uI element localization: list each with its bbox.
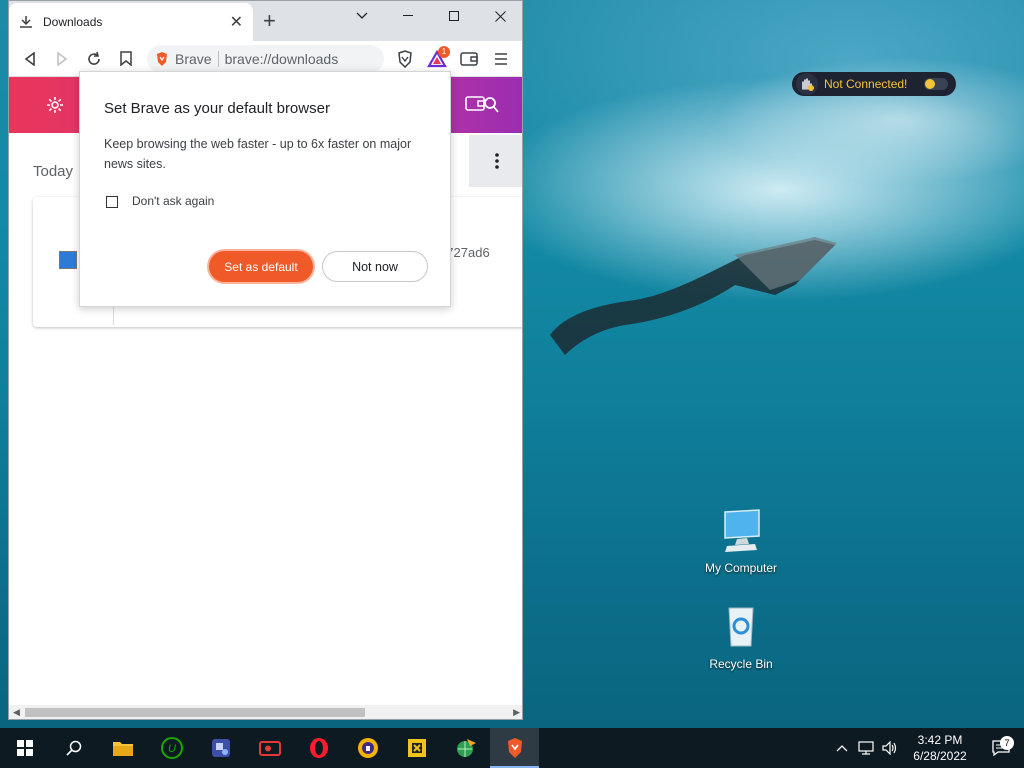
forward-arrow-icon: [57, 51, 68, 66]
brave-shields-icon: [398, 49, 412, 68]
folder-icon: [112, 742, 133, 756]
reload-icon: [88, 51, 100, 65]
tab-title: Downloads: [43, 15, 103, 29]
scroll-right-arrow-icon[interactable]: ▶: [513, 707, 520, 718]
default-browser-dialog: Set Brave as your default browser Keep b…: [79, 71, 451, 307]
taskbar-privacy-app[interactable]: [343, 728, 392, 768]
scrollbar-thumb[interactable]: [25, 708, 365, 717]
brave-lion-icon: [157, 51, 167, 66]
site-label: Brave: [175, 50, 212, 67]
bookmark-button[interactable]: [111, 44, 141, 74]
brave-shields-button[interactable]: [390, 44, 420, 74]
desktop-icon-my-computer[interactable]: My Computer: [696, 506, 786, 575]
more-options-button[interactable]: [469, 135, 522, 187]
back-arrow-icon: [24, 51, 35, 66]
horizontal-scrollbar[interactable]: ◀ ▶: [9, 705, 522, 719]
globe-arrow-icon: [456, 739, 476, 757]
dont-ask-checkbox[interactable]: [106, 196, 118, 208]
vpn-hand-icon: [796, 73, 818, 95]
desktop-icon-label: Recycle Bin: [709, 657, 773, 671]
tab-search-chevron-icon[interactable]: [339, 5, 385, 27]
volume-icon[interactable]: [878, 741, 902, 755]
vpn-status-widget[interactable]: Not Connected!: [792, 72, 956, 96]
url-text[interactable]: brave://downloads: [225, 51, 376, 67]
diver-illustration: [550, 237, 837, 355]
clock[interactable]: 3:42 PM 6/28/2022: [902, 732, 978, 764]
taskbar-puzzle-app[interactable]: [392, 728, 441, 768]
brave-icon: [507, 738, 522, 758]
taskbar-upwork[interactable]: U: [147, 728, 196, 768]
taskbar-file-explorer[interactable]: [98, 728, 147, 768]
svg-text:U: U: [168, 743, 176, 755]
address-bar[interactable]: Brave brave://downloads: [147, 44, 384, 73]
set-as-default-button[interactable]: Set as default: [209, 251, 313, 282]
scroll-left-arrow-icon[interactable]: ◀: [13, 707, 20, 718]
monitor-icon: [724, 509, 760, 552]
vpn-status-text: Not Connected!: [824, 77, 908, 91]
hamburger-menu-icon: [495, 52, 507, 65]
recycle-bin-icon: [728, 607, 754, 647]
start-button[interactable]: [0, 728, 49, 768]
maximize-button[interactable]: [431, 5, 477, 27]
taskbar-app-tool[interactable]: [196, 728, 245, 768]
browser-titlebar: Downloads ✕ +: [9, 1, 522, 41]
back-button[interactable]: [15, 44, 45, 74]
video-camera-icon: [258, 741, 281, 756]
taskbar-brave[interactable]: [490, 728, 539, 768]
wallet-search-icon[interactable]: [465, 93, 499, 120]
wallet-icon: [460, 51, 478, 66]
puzzle-icon: [407, 739, 426, 757]
brave-rewards-button[interactable]: 1: [422, 44, 452, 74]
search-icon: [65, 740, 81, 756]
app-tool-icon: [211, 739, 230, 757]
section-today-label: Today: [33, 163, 74, 180]
clock-date: 6/28/2022: [913, 749, 967, 763]
forward-button[interactable]: [47, 44, 77, 74]
notification-count-badge: 7: [1000, 736, 1014, 750]
kebab-icon: [494, 153, 499, 169]
rewards-badge: 1: [438, 45, 450, 58]
close-window-button[interactable]: [477, 5, 522, 27]
taskbar-network-app[interactable]: [441, 728, 490, 768]
bookmark-icon: [120, 51, 132, 66]
clock-time: 3:42 PM: [917, 733, 963, 747]
action-center-button[interactable]: 7: [978, 736, 1024, 756]
card-divider: [113, 307, 114, 325]
dont-ask-label[interactable]: Don't ask again: [132, 194, 214, 208]
vpn-toggle[interactable]: [924, 78, 948, 90]
taskbar-screen-recorder[interactable]: [245, 728, 294, 768]
file-icon: [59, 251, 77, 269]
windows-taskbar: U 3:42 PM 6/28/2022 7: [0, 728, 1024, 768]
new-tab-button[interactable]: +: [263, 10, 276, 32]
windows-logo-icon: [16, 740, 33, 756]
desktop-icon-recycle-bin[interactable]: Recycle Bin: [696, 602, 786, 671]
wallet-button[interactable]: [454, 44, 484, 74]
system-tray: 3:42 PM 6/28/2022 7: [830, 728, 1024, 768]
tab-downloads[interactable]: Downloads ✕: [9, 3, 253, 41]
gear-icon[interactable]: [45, 95, 65, 120]
menu-button[interactable]: [486, 44, 516, 74]
tab-close-icon[interactable]: ✕: [230, 12, 243, 32]
download-icon: [20, 16, 32, 28]
minimize-button[interactable]: [385, 5, 431, 27]
desktop-icon-label: My Computer: [704, 561, 778, 575]
reload-button[interactable]: [79, 44, 109, 74]
network-icon[interactable]: [854, 741, 878, 755]
omnibox-separator: [217, 50, 219, 67]
search-button[interactable]: [49, 728, 98, 768]
show-hidden-icons-chevron-icon[interactable]: [830, 744, 854, 752]
not-now-button[interactable]: Not now: [322, 251, 428, 282]
upwork-icon: U: [160, 737, 183, 759]
dialog-title: Set Brave as your default browser: [104, 100, 330, 117]
taskbar-opera[interactable]: [294, 728, 343, 768]
lock-badge-icon: [357, 738, 378, 758]
opera-icon: [309, 738, 328, 758]
dialog-body: Keep browsing the web faster - up to 6x …: [104, 137, 412, 171]
